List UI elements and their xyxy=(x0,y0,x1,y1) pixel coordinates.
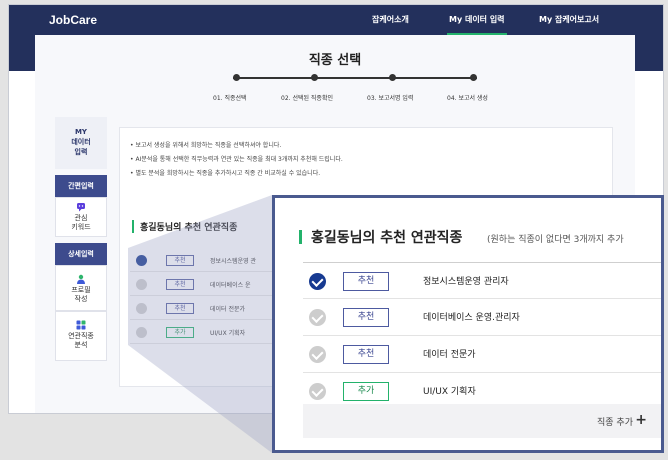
chat-bubble-icon xyxy=(77,203,85,212)
zoom-callout-panel: 홍길동님의 추천 연관직종 (원하는 직종이 없다면 3개까지 추가 추천 정보… xyxy=(272,195,664,453)
checked-circle-icon[interactable] xyxy=(309,273,326,290)
sidebar-data-label: 데이터 xyxy=(71,138,91,146)
bg-related-row[interactable]: 추천 데이터베이스 운 xyxy=(130,274,280,296)
step-dot-4 xyxy=(470,74,477,81)
step-dot-3 xyxy=(389,74,396,81)
sidebar-section-detail[interactable]: 상세입력 xyxy=(55,243,107,265)
progress-stepper xyxy=(233,74,477,81)
unchecked-circle-icon[interactable] xyxy=(309,383,326,400)
sidebar-item-related-label-1: 연관직종 xyxy=(68,332,94,340)
job-name: 데이터 전문가 xyxy=(423,350,476,360)
job-name: UI/UX 기획자 xyxy=(423,387,476,397)
bg-check-icon[interactable] xyxy=(136,327,147,338)
nav-jobcare-intro[interactable]: 잡케어소개 xyxy=(372,14,409,25)
sidebar-item-profile-label-1: 프로필 xyxy=(71,286,91,294)
step-label-3: 03. 보고서명 입력 xyxy=(367,95,414,102)
bg-related-row[interactable]: 추가 UI/UX 기획자 xyxy=(130,322,280,344)
add-job-bar: 직종 추가 + xyxy=(303,404,661,438)
unchecked-circle-icon[interactable] xyxy=(309,346,326,363)
sidebar-item-keywords-label-1: 관심 xyxy=(74,214,88,222)
grid-blocks-icon xyxy=(76,320,86,330)
step-label-4: 04. 보고서 생성 xyxy=(447,95,488,102)
bg-check-icon[interactable] xyxy=(136,303,147,314)
recommend-tag: 추천 xyxy=(343,308,389,327)
job-name: 정보시스템운영 관리자 xyxy=(423,277,509,287)
add-tag: 추가 xyxy=(343,382,389,401)
person-icon xyxy=(77,274,85,284)
bg-job-name: 데이터 전문가 xyxy=(210,306,246,313)
sidebar-section-quick[interactable]: 간편입력 xyxy=(55,175,107,197)
related-job-row[interactable]: 추천 정보시스템운영 관리자 xyxy=(303,262,661,299)
unchecked-circle-icon[interactable] xyxy=(309,309,326,326)
page-title: 직종 선택 xyxy=(308,53,362,68)
related-job-row[interactable]: 추천 데이터 전문가 xyxy=(303,336,661,373)
step-label-1: 01. 직종선택 xyxy=(213,95,247,102)
instruction-line-2: • AI분석을 통해 선택한 직무능력과 연관 있는 직종을 최대 3개까지 추… xyxy=(130,156,343,163)
bg-check-icon[interactable] xyxy=(136,279,147,290)
recommend-tag: 추천 xyxy=(343,345,389,364)
bg-job-name: 정보시스템운영 관 xyxy=(210,258,257,265)
sidebar-my-label: MY xyxy=(74,128,88,136)
bg-job-name: 데이터베이스 운 xyxy=(210,282,251,289)
recommend-tag: 추천 xyxy=(343,272,389,291)
sidebar-input-label: 입력 xyxy=(74,148,88,156)
section-accent-bar xyxy=(299,230,302,244)
step-dot-2 xyxy=(311,74,318,81)
bg-add-tag: 추가 xyxy=(166,327,194,338)
related-job-row[interactable]: 추천 데이터베이스 운영.관리자 xyxy=(303,299,661,336)
bg-related-row[interactable]: 추천 데이터 전문가 xyxy=(130,298,280,320)
bg-recommend-tag: 추천 xyxy=(166,279,194,290)
step-label-2: 02. 선택된 직종확인 xyxy=(281,95,333,102)
bg-related-title: 홍길동님의 추천 연관직종 xyxy=(132,220,237,233)
sidebar-item-related-label-2: 분석 xyxy=(74,341,88,349)
plus-icon[interactable]: + xyxy=(635,413,647,427)
instruction-line-3: • 별도 분석을 희망하시는 직종을 추가하시고 직종 간 비교하실 수 있습니… xyxy=(130,170,321,177)
add-job-button[interactable]: 직종 추가 xyxy=(597,415,633,428)
nav-my-data-input[interactable]: My 데이터 입력 xyxy=(447,14,507,36)
bg-job-name: UI/UX 기획자 xyxy=(210,330,246,337)
sidebar-my-data[interactable]: MY 데이터 입력 xyxy=(55,117,107,169)
sidebar-item-keywords[interactable]: 관심 키워드 xyxy=(55,197,107,237)
related-jobs-title: 홍길동님의 추천 연관직종 xyxy=(311,230,463,246)
top-navigation-bar: JobCare 잡케어소개 My 데이터 입력 My 잡케어보고서 xyxy=(9,5,663,36)
side-navigation: MY 데이터 입력 간편입력 관심 키워드 상세입력 프로필 작성 연관직종 분… xyxy=(55,117,107,361)
instruction-line-1: • 보고서 생성을 위해서 희망하는 직종을 선택하셔야 합니다. xyxy=(130,142,282,149)
bg-check-icon[interactable] xyxy=(136,255,147,266)
jobcare-logo[interactable]: JobCare xyxy=(49,13,97,27)
nav-my-jobcare-report[interactable]: My 잡케어보고서 xyxy=(539,14,599,25)
bg-recommend-tag: 추천 xyxy=(166,255,194,266)
bg-recommend-tag: 추천 xyxy=(166,303,194,314)
sidebar-item-profile[interactable]: 프로필 작성 xyxy=(55,265,107,311)
step-dot-1 xyxy=(233,74,240,81)
related-jobs-subtitle: (원하는 직종이 없다면 3개까지 추가 xyxy=(487,235,624,245)
sidebar-item-profile-label-2: 작성 xyxy=(74,295,88,303)
sidebar-item-keywords-label-2: 키워드 xyxy=(71,223,91,231)
sidebar-item-related-jobs[interactable]: 연관직종 분석 xyxy=(55,311,107,361)
job-name: 데이터베이스 운영.관리자 xyxy=(423,313,520,323)
bg-related-row[interactable]: 추천 정보시스템운영 관 xyxy=(130,250,280,272)
